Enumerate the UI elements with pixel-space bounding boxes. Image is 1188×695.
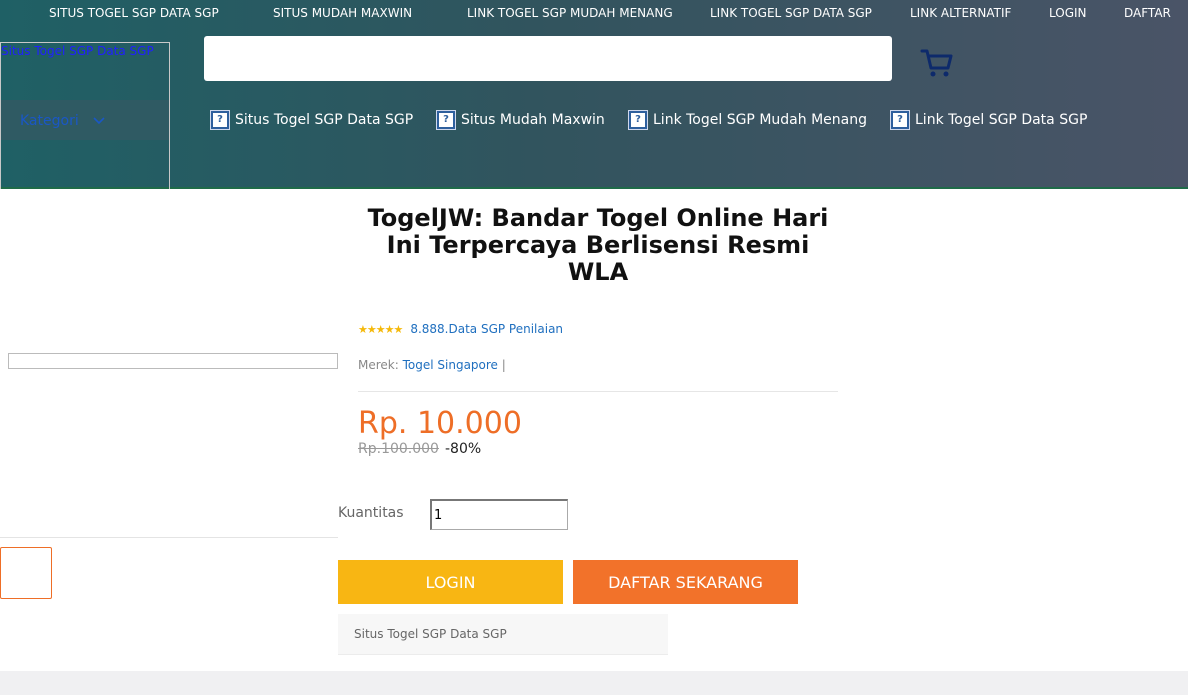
category-nav-link-togel-mudah-menang[interactable]: ? Link Togel SGP Mudah Menang (628, 110, 867, 130)
product-title: TogelJW: Bandar Togel Online Hari Ini Te… (367, 204, 829, 286)
product-tag[interactable]: Situs Togel SGP Data SGP (338, 614, 668, 655)
header (0, 0, 1188, 188)
image-gallery-bar (8, 353, 338, 369)
top-nav-login[interactable]: LOGIN (1049, 6, 1087, 20)
broken-image-icon: ? (210, 110, 230, 130)
original-price: Rp.100.000 (358, 441, 439, 457)
category-nav-situs-mudah-maxwin[interactable]: ? Situs Mudah Maxwin (436, 110, 605, 130)
brand-label: Merek: (358, 358, 399, 372)
quantity-label: Kuantitas (338, 505, 404, 521)
chevron-down-icon (93, 113, 105, 129)
brand-separator: | (501, 358, 506, 372)
search-input[interactable] (204, 36, 892, 81)
product-brand: Merek: Togel Singapore | (358, 358, 506, 372)
top-nav-daftar[interactable]: DAFTAR (1124, 6, 1171, 20)
top-nav-situs-togel-sgp[interactable]: SITUS TOGEL SGP DATA SGP (49, 6, 219, 20)
top-nav-link-alternatif[interactable]: LINK ALTERNATIF (910, 6, 1011, 20)
category-nav-label: Situs Mudah Maxwin (461, 112, 605, 128)
logo-link[interactable]: Situs Togel SGP Data SGP (1, 44, 154, 58)
daftar-button[interactable]: DAFTAR SEKARANG (573, 560, 798, 604)
gallery-divider (0, 537, 338, 538)
top-nav-link-togel-data-sgp[interactable]: LINK TOGEL SGP DATA SGP (710, 6, 872, 20)
product-price: Rp. 10.000 (358, 406, 522, 441)
top-nav-situs-mudah-maxwin[interactable]: SITUS MUDAH MAXWIN (273, 6, 412, 20)
broken-image-icon: ? (436, 110, 456, 130)
category-nav-label: Link Togel SGP Data SGP (915, 112, 1088, 128)
product-rating: ★★★★★ 8.888.Data SGP Penilaian (358, 322, 563, 336)
shopping-cart-icon[interactable] (920, 47, 954, 79)
discount-badge: -80% (445, 441, 482, 457)
kategori-label: Kategori (20, 113, 79, 129)
login-button[interactable]: LOGIN (338, 560, 563, 604)
kategori-dropdown[interactable]: Kategori (20, 113, 105, 129)
category-nav-situs-togel-sgp[interactable]: ? Situs Togel SGP Data SGP (210, 110, 413, 130)
broken-image-icon: ? (628, 110, 648, 130)
product-thumbnail[interactable] (0, 547, 52, 599)
category-nav-link-togel-data-sgp[interactable]: ? Link Togel SGP Data SGP (890, 110, 1087, 130)
quantity-input[interactable] (430, 499, 568, 530)
brand-link[interactable]: Togel Singapore (403, 358, 498, 372)
top-nav-link-togel-mudah-menang[interactable]: LINK TOGEL SGP MUDAH MENANG (467, 6, 673, 20)
rating-stars-icon: ★★★★★ (358, 322, 403, 336)
category-nav-label: Link Togel SGP Mudah Menang (653, 112, 867, 128)
rating-count[interactable]: 8.888.Data SGP Penilaian (410, 322, 563, 336)
category-nav-label: Situs Togel SGP Data SGP (235, 112, 414, 128)
broken-image-icon: ? (890, 110, 910, 130)
divider (358, 391, 838, 392)
